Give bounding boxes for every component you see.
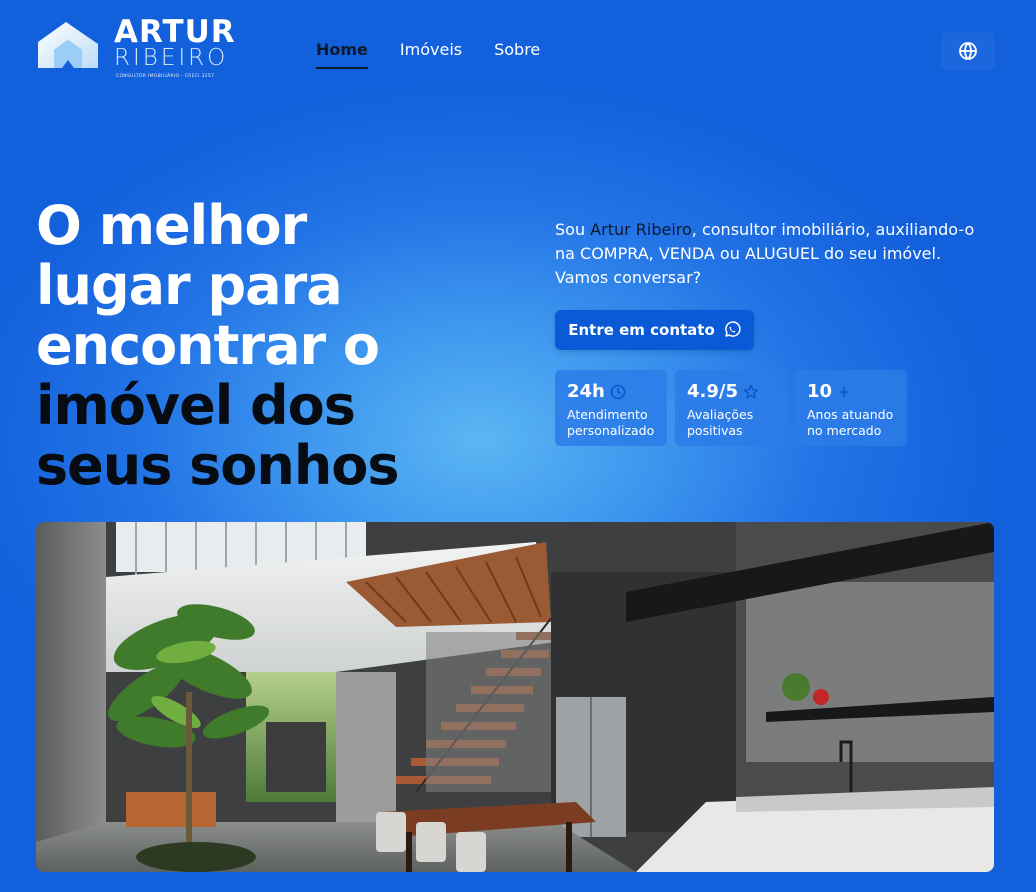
stat-label-line: personalizado xyxy=(567,423,655,438)
brand-name-last: RIBEIRO xyxy=(114,45,229,71)
intro-name: Artur Ribeiro xyxy=(590,220,692,239)
headline-line: O melhor xyxy=(36,194,307,257)
stat-label: Anos atuando no mercado xyxy=(807,407,895,439)
contact-button-label: Entre em contato xyxy=(568,321,715,339)
stat-label: Atendimento personalizado xyxy=(567,407,655,439)
headline-line-highlight: seus sonhos xyxy=(36,434,400,497)
stat-label-line: Atendimento xyxy=(567,407,648,422)
nav-home[interactable]: Home xyxy=(316,40,368,69)
stat-label: Avaliações positivas xyxy=(687,407,775,439)
contact-button[interactable]: Entre em contato xyxy=(555,310,754,350)
stat-label-line: no mercado xyxy=(807,423,882,438)
stat-value: 4.9/5 xyxy=(687,381,738,402)
nav-imoveis[interactable]: Imóveis xyxy=(400,40,462,65)
brand-tagline: CONSULTOR IMOBILIÁRIO - CRECI 3257 xyxy=(116,74,215,79)
intro-prefix: Sou xyxy=(555,220,591,239)
headline-line: encontrar o xyxy=(36,314,380,377)
stat-label-line: Avaliações xyxy=(687,407,754,422)
clock-icon xyxy=(610,384,626,399)
stat-card: 10 Anos atuando no mercado xyxy=(795,370,907,446)
interior-illustration xyxy=(36,522,994,872)
plus-icon xyxy=(839,386,850,397)
stat-value: 10 xyxy=(807,381,833,402)
main-nav: Home Imóveis Sobre xyxy=(316,40,572,69)
hero-headline: O melhor lugar para encontrar o imóvel d… xyxy=(36,196,456,496)
stat-label-line: Anos atuando xyxy=(807,407,894,422)
stats-row: 24h Atendimento personalizado 4.9/5 Aval… xyxy=(555,370,907,446)
stat-card: 4.9/5 Avaliações positivas xyxy=(675,370,787,446)
hero-intro: Sou Artur Ribeiro, consultor imobiliário… xyxy=(555,218,985,290)
headline-line-highlight: imóvel dos xyxy=(36,374,356,437)
language-button[interactable] xyxy=(941,32,995,70)
globe-icon xyxy=(959,42,977,60)
headline-line: lugar para xyxy=(36,254,343,317)
stat-value: 24h xyxy=(567,381,605,402)
star-icon xyxy=(743,384,759,398)
stat-card: 24h Atendimento personalizado xyxy=(555,370,667,446)
house-logo-icon xyxy=(38,22,98,68)
nav-sobre[interactable]: Sobre xyxy=(494,40,540,65)
brand-logo[interactable]: ARTUR RIBEIRO CONSULTOR IMOBILIÁRIO - CR… xyxy=(36,14,236,86)
stat-label-line: positivas xyxy=(687,423,743,438)
hero-interior-image xyxy=(36,522,994,872)
whatsapp-icon xyxy=(724,321,741,337)
